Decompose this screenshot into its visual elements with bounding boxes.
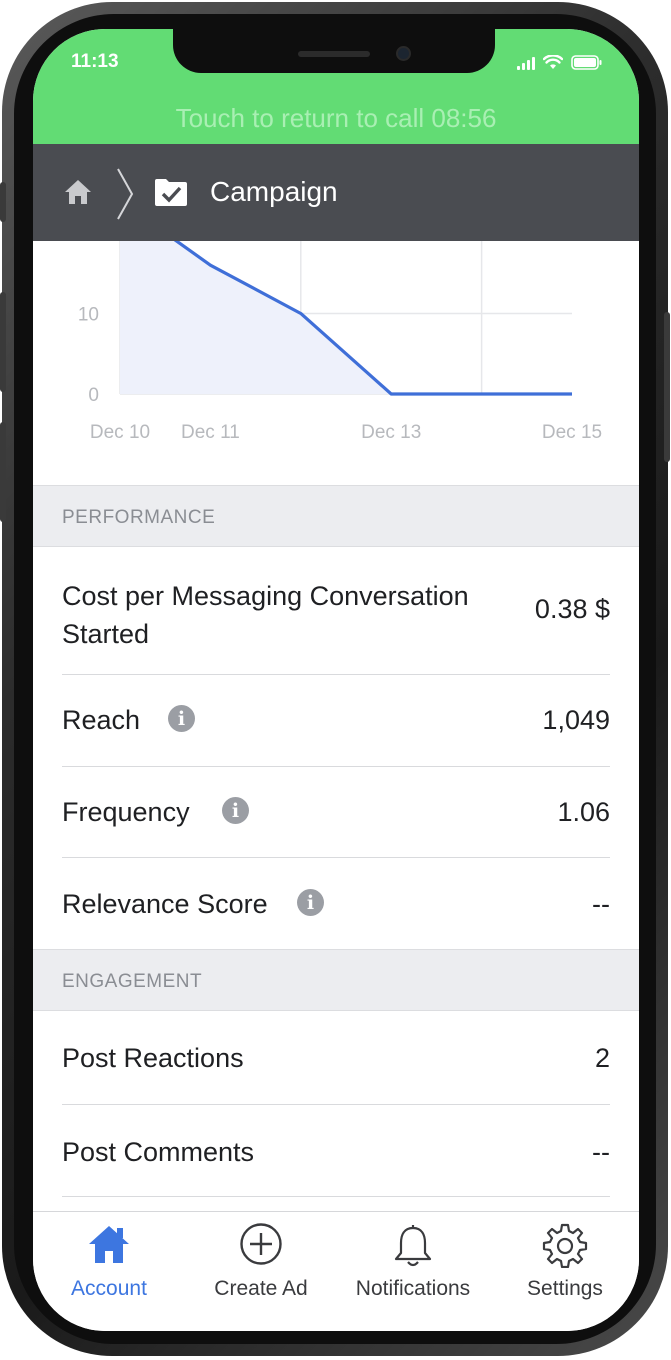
tab-label: Notifications xyxy=(355,1277,471,1300)
x-tick-label: Dec 13 xyxy=(361,422,421,443)
row-label: Cost per Messaging Conversation Started xyxy=(62,577,469,653)
gear-icon xyxy=(542,1223,588,1268)
chevron-right-icon xyxy=(117,168,134,220)
performance-chart: 10 0 Dec 10 Dec 11 Dec 13 Dec 15 xyxy=(33,199,639,485)
bell-icon xyxy=(394,1225,432,1267)
power-button xyxy=(664,312,670,462)
tab-create-ad[interactable]: Create Ad xyxy=(185,1212,337,1331)
status-time: 11:13 xyxy=(71,51,119,72)
wifi-icon xyxy=(543,55,563,69)
post-reactions-row[interactable]: Post Reactions 2 xyxy=(33,1011,639,1105)
home-icon[interactable] xyxy=(63,177,93,207)
row-divider xyxy=(62,1196,610,1197)
earpiece-speaker xyxy=(298,51,370,57)
device-notch xyxy=(173,29,495,73)
relevance-score-row[interactable]: Relevance Score i -- xyxy=(33,858,639,949)
breadcrumb: Campaign xyxy=(33,144,639,241)
tab-account[interactable]: Account xyxy=(33,1212,185,1331)
volume-down-button xyxy=(0,422,6,522)
x-tick-label: Dec 11 xyxy=(181,422,240,443)
cost-per-conversation-row[interactable]: Cost per Messaging Conversation Started … xyxy=(33,547,639,675)
campaign-folder-icon xyxy=(155,179,187,206)
tab-notifications[interactable]: Notifications xyxy=(337,1212,489,1331)
info-icon[interactable]: i xyxy=(297,889,324,916)
performance-header-label: PERFORMANCE xyxy=(62,507,216,528)
page-title: Campaign xyxy=(210,176,338,207)
reach-value: 1,049 xyxy=(542,705,610,735)
tab-settings[interactable]: Settings xyxy=(489,1212,639,1331)
engagement-header-label: ENGAGEMENT xyxy=(62,971,203,992)
performance-section-header: PERFORMANCE xyxy=(33,485,639,547)
info-icon[interactable]: i xyxy=(222,797,249,824)
tab-label: Account xyxy=(71,1277,147,1300)
plus-circle-icon xyxy=(240,1223,282,1265)
screen: 11:13 Touch to return to call 08:56 Camp… xyxy=(33,29,639,1331)
frequency-row[interactable]: Frequency i 1.06 xyxy=(33,767,639,858)
cellular-signal-icon xyxy=(517,56,535,70)
reach-label: Reach xyxy=(62,705,141,735)
cost-label-line2: Started xyxy=(62,619,150,649)
y-tick-label: 10 xyxy=(78,304,99,325)
relevance-score-label: Relevance Score xyxy=(62,889,268,919)
reach-row[interactable]: Reach i 1,049 xyxy=(33,675,639,767)
return-to-call-text: Touch to return to call 08:56 xyxy=(175,103,497,133)
post-comments-label: Post Comments xyxy=(62,1137,255,1167)
cost-value: 0.38 $ xyxy=(534,594,610,624)
x-tick-label: Dec 15 xyxy=(542,422,602,443)
frequency-value: 1.06 xyxy=(557,797,610,827)
x-tick-label: Dec 10 xyxy=(90,422,150,443)
volume-up-button xyxy=(0,292,6,392)
y-tick-label: 0 xyxy=(88,385,99,406)
info-icon[interactable]: i xyxy=(168,705,195,732)
post-reactions-label: Post Reactions xyxy=(62,1043,244,1073)
post-comments-value: -- xyxy=(592,1137,610,1167)
status-icons xyxy=(517,55,603,70)
home-icon xyxy=(89,1226,129,1263)
chart-area-fill xyxy=(120,200,572,394)
relevance-score-value: -- xyxy=(592,889,610,919)
chart-svg: 10 0 Dec 10 Dec 11 Dec 13 Dec 15 xyxy=(78,199,602,443)
tab-bar: Account Create Ad Notifications Settings xyxy=(33,1211,639,1331)
tab-label: Settings xyxy=(527,1277,603,1300)
post-comments-row[interactable]: Post Comments -- xyxy=(33,1105,639,1197)
engagement-section-header: ENGAGEMENT xyxy=(33,949,639,1011)
front-camera xyxy=(396,46,411,61)
battery-icon xyxy=(571,55,602,70)
cost-label-line1: Cost per Messaging Conversation xyxy=(62,581,469,611)
tab-label: Create Ad xyxy=(214,1277,308,1300)
mute-switch xyxy=(0,182,6,222)
frequency-label: Frequency xyxy=(62,797,190,827)
post-reactions-value: 2 xyxy=(594,1043,610,1073)
